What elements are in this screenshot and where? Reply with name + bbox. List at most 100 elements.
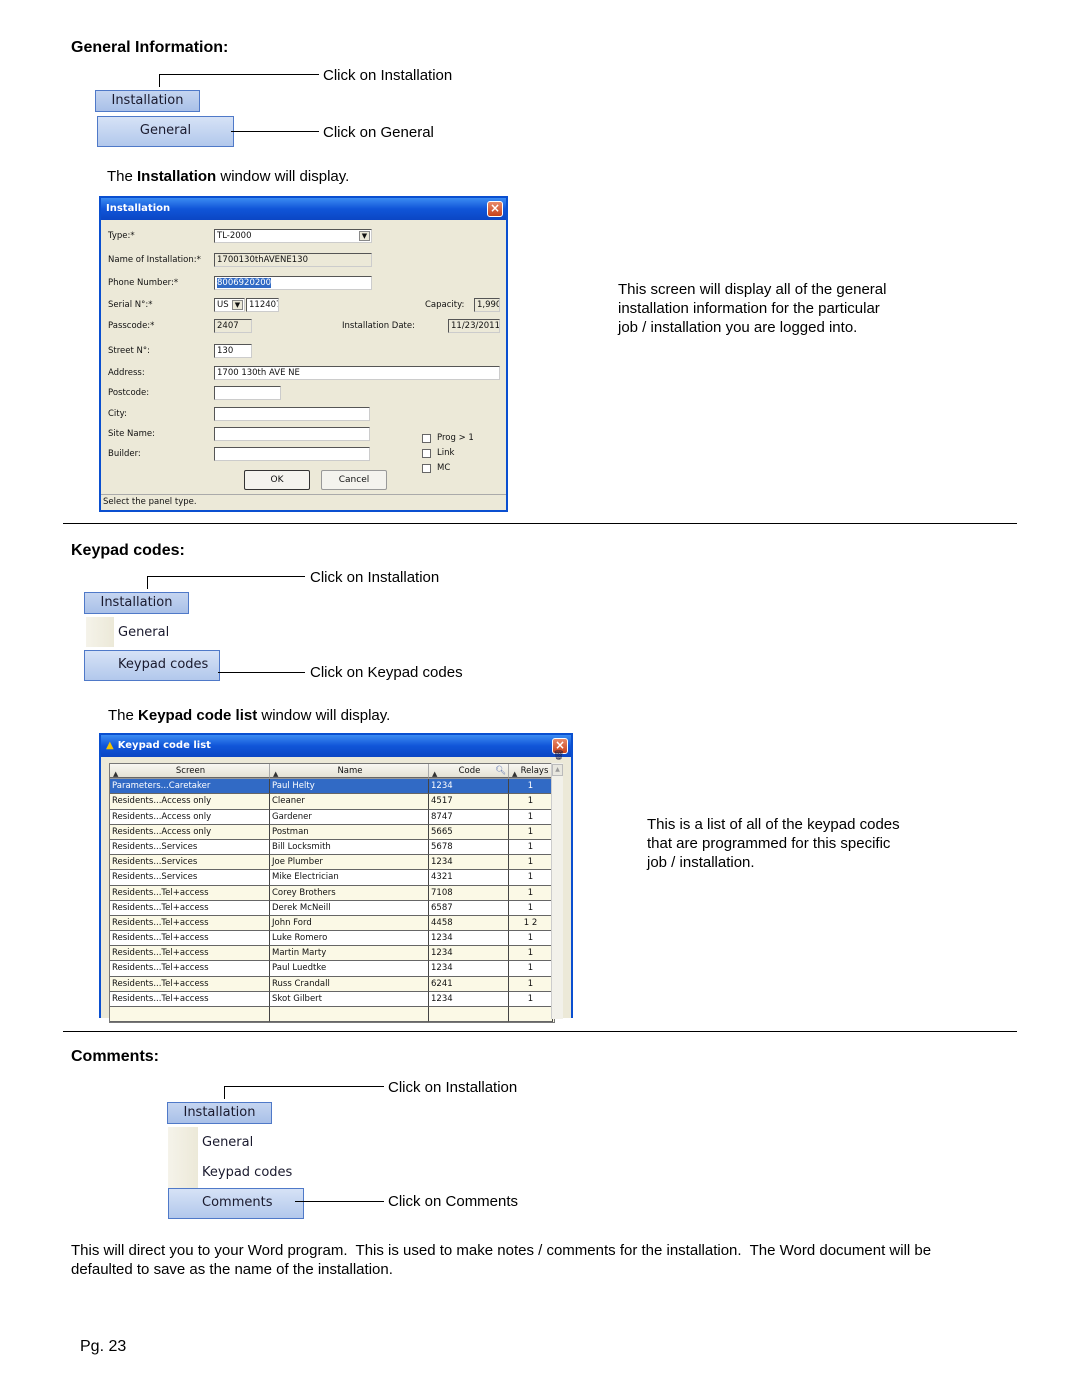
callout-line [147,576,305,577]
name-cell: Martin Marty [270,946,429,962]
column-header-screen[interactable]: ▲ Screen [110,764,270,779]
serial-prefix-select[interactable]: US ▼ [214,298,245,312]
type-label: Type:* [108,231,135,241]
table-row[interactable]: Parameters...Caretaker Paul Helty 1234 1 [110,779,554,795]
intro-bold: Installation [137,168,217,185]
table-row[interactable]: Residents...Services Bill Locksmith 5678 1 [110,839,554,856]
relays-cell [509,1007,553,1023]
intro-text: The [107,168,138,185]
table-body: Parameters...Caretaker Paul Helty 1234 1 Res… [110,779,554,1023]
column-label: Screen [175,766,206,776]
screen-cell: Residents...Tel+access [110,976,270,992]
table-row[interactable]: Residents...Access only Postman 5665 1 [110,824,554,840]
serial-number-field[interactable]: 112407 [246,298,279,312]
cancel-button[interactable]: Cancel [321,470,387,490]
relays-cell: 1 [509,946,553,962]
table-row[interactable]: Residents...Tel+access John Ford 4458 1 2 [110,915,554,932]
site-name-field[interactable] [214,427,370,441]
close-icon[interactable]: × [487,201,503,217]
code-cell: 4517 [429,794,509,810]
type-select[interactable]: TL-2000 ▼ [214,229,372,243]
menu-item-general[interactable]: General [97,116,234,147]
builder-field[interactable] [214,447,370,461]
menu-installation[interactable]: Installation [84,592,189,614]
installation-intro: The Installation window will display. [107,167,349,186]
vertical-scrollbar[interactable]: 🗑︎ ▲ [551,751,564,1019]
street-no-field[interactable]: 130 [214,344,252,358]
name-cell: Gardener [270,809,429,825]
postcode-field[interactable] [214,386,281,400]
chevron-down-icon[interactable]: ▼ [359,231,370,241]
screen-cell: Residents...Tel+access [110,991,270,1007]
scroll-up-arrow-icon[interactable]: ▲ [552,764,563,776]
code-cell: 1234 [429,855,509,871]
column-label: Code [458,766,481,776]
section-divider [63,1031,1017,1032]
callout-click-installation: Click on Installation [388,1079,518,1096]
mc-checkbox[interactable] [422,464,431,473]
menu-item-general[interactable]: General [202,1129,302,1157]
name-cell: John Ford [270,915,429,932]
builder-label: Builder: [108,449,141,459]
table-row[interactable]: Residents...Access only Cleaner 4517 1 [110,794,554,810]
column-header-code[interactable]: ▲ Code 🔍︎ [429,764,509,779]
description-line: job / installation you are logged into. [618,319,858,336]
menu-item-keypad-codes[interactable]: Keypad codes [84,650,220,681]
table-row[interactable]: Residents...Tel+access Corey Brothers 7108… [110,885,554,901]
table-row[interactable]: Residents...Tel+access Russ Crandall 6241 1 [110,976,554,992]
chevron-down-icon[interactable]: ▼ [232,300,243,310]
passcode-field[interactable]: 2407 [214,319,252,333]
capacity-field: 1,990 [474,298,500,312]
table-row[interactable]: Residents...Tel+access Skot Gilbert 1234 1 [110,991,554,1007]
column-header-name[interactable]: ▲ Name [270,764,429,779]
screen-cell: Residents...Tel+access [110,931,270,947]
relays-cell: 1 [509,991,553,1007]
keypad-intro: The Keypad code list window will display… [108,706,390,725]
menu-installation[interactable]: Installation [167,1102,272,1124]
installation-name-field[interactable]: 1700130thAVENE130 [214,253,372,267]
phone-field[interactable]: 8006920200 [214,276,372,290]
link-checkbox[interactable] [422,449,431,458]
description-line: that are programmed for this specific [647,835,891,852]
search-icon[interactable]: 🔍︎ [495,764,506,777]
table-row[interactable]: Residents...Tel+access Luke Romero 1234 1 [110,931,554,947]
table-row[interactable]: Residents...Services Mike Electrician 4321… [110,870,554,886]
description-line: defaulted to save as the name of the ins… [71,1261,393,1278]
relays-cell: 1 [509,900,553,916]
menu-item-keypad-codes[interactable]: Keypad codes [202,1159,302,1187]
table-row[interactable]: Residents...Tel+access Paul Luedtke 1234 1 [110,961,554,977]
column-header-relays[interactable]: ▲ Relays [509,764,553,779]
name-cell: Joe Plumber [270,855,429,871]
keypad-code-list-dialog: ▲ Keypad code list × ▲ Screen ▲ Name ▲ Code 🔍… [99,733,573,1024]
column-label: Relays [520,766,549,776]
code-cell: 6587 [429,900,509,916]
serial-label: Serial N°:* [108,300,153,310]
table-row[interactable]: Residents...Tel+access Derek McNeill 6587 1 [110,900,554,916]
code-cell: 4321 [429,870,509,886]
delete-icon[interactable]: 🗑︎ [553,751,564,762]
description-line: This screen will display all of the gene… [618,281,887,298]
table-row[interactable] [110,1007,554,1023]
menu-item-comments[interactable]: Comments [168,1188,304,1219]
general-section-title: General Information: [71,39,229,56]
relays-cell: 1 [509,824,553,840]
prog-label: Prog > 1 [437,433,474,443]
menu-installation[interactable]: Installation [95,90,200,112]
prog-checkbox[interactable] [422,434,431,443]
description-line: job / installation. [647,854,755,871]
serial-prefix-value: US [217,300,229,310]
keypad-description: This is a list of all of the keypad code… [647,815,900,872]
ok-button[interactable]: OK [244,470,310,490]
callout-click-installation: Click on Installation [323,67,453,84]
table-row[interactable]: Residents...Tel+access Martin Marty 1234 1 [110,946,554,962]
screen-cell: Residents...Tel+access [110,946,270,962]
table-row[interactable]: Residents...Access only Gardener 8747 1 [110,809,554,825]
code-cell: 1234 [429,779,509,795]
relays-cell: 1 [509,794,553,810]
table-row[interactable]: Residents...Services Joe Plumber 1234 1 [110,855,554,871]
menu-item-general[interactable]: General [118,619,218,647]
sort-icon: ▲ [113,770,119,778]
name-cell: Paul Luedtke [270,961,429,977]
city-field[interactable] [214,407,370,421]
address-field[interactable]: 1700 130th AVE NE [214,366,500,380]
